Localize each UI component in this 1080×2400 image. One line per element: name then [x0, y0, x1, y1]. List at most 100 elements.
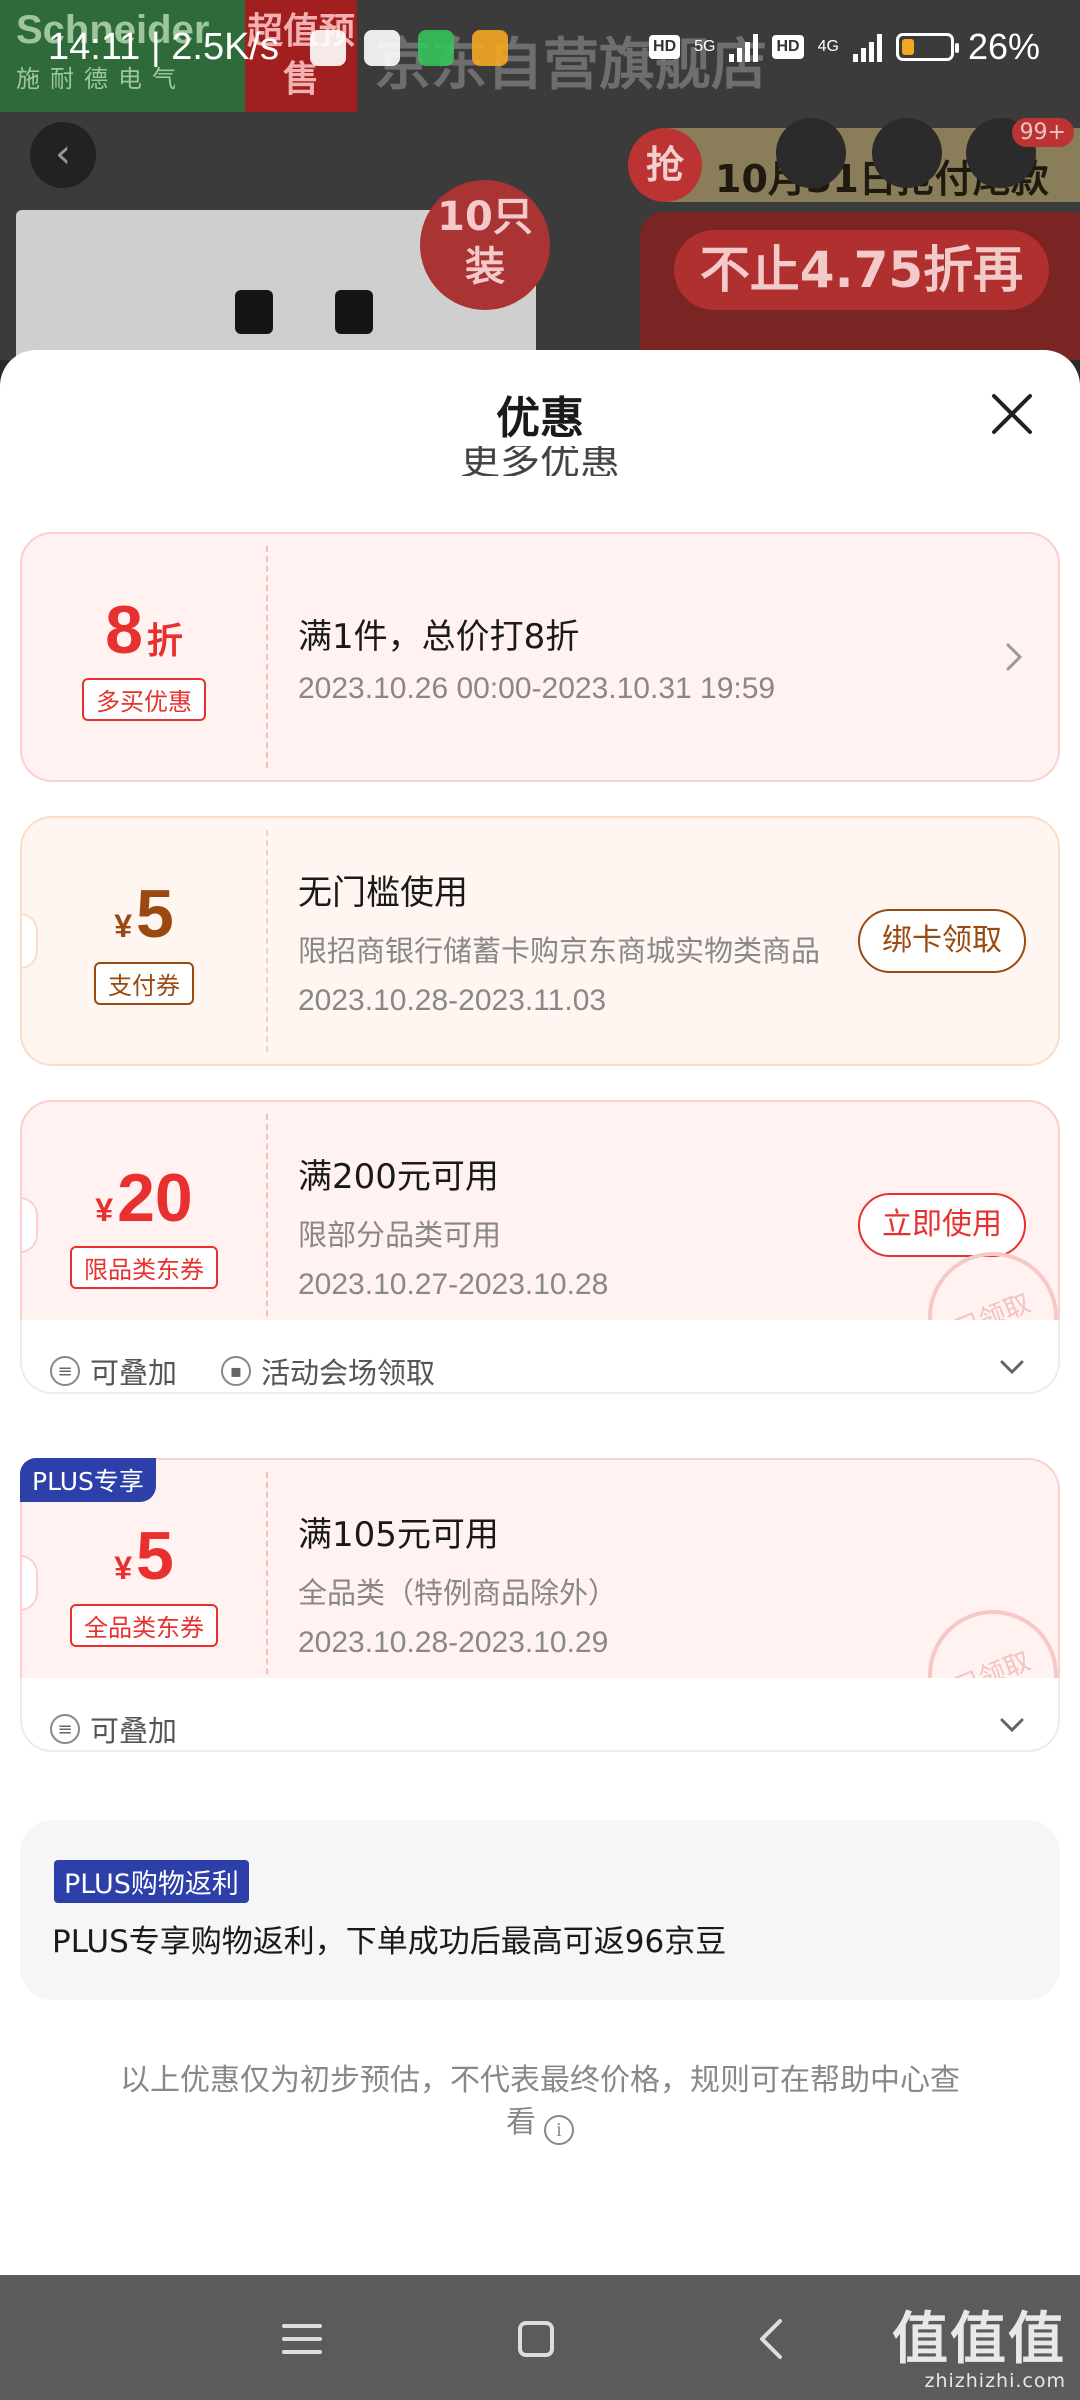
disclaimer-text: 以上优惠仅为初步预估，不代表最终价格，规则可在帮助中心查看 [120, 2063, 960, 2140]
coupon-amount: ¥ 5 [114, 878, 174, 950]
watermark: 值值值 zhizhizhi.com [892, 2307, 1066, 2393]
chevron-right-icon[interactable] [1004, 641, 1024, 673]
coupon-dates: 2023.10.28-2023.10.29 [298, 1625, 609, 1659]
chevron-down-icon[interactable] [998, 1358, 1026, 1376]
stack-icon: ≡ [50, 1356, 80, 1386]
share-icon[interactable] [872, 118, 942, 188]
coupon-value-block: 8 折 多买优惠 [22, 534, 266, 780]
coupon-title: 满105元可用 [298, 1514, 499, 1555]
status-time: 14:11 | 2.5K/s [48, 26, 279, 68]
coupon-value-block: ¥ 5 支付券 [22, 818, 266, 1064]
sheet-title: 优惠 [496, 393, 584, 444]
socket-hole [335, 290, 373, 334]
coupon-amount-value: 8 [105, 591, 143, 668]
menu-icon[interactable] [274, 2311, 330, 2367]
coupon-details: 满105元可用 全品类（特例商品除外） 2023.10.28-2023.10.2… [298, 1460, 1018, 1706]
socket-hole [235, 290, 273, 334]
coupon-type-tag: 多买优惠 [82, 677, 206, 721]
bind-card-claim-button[interactable]: 绑卡领取 [858, 909, 1026, 973]
alarm-icon [310, 30, 346, 66]
pack-count-badge: 10只装 [420, 180, 550, 310]
coupon-dates: 2023.10.28-2023.11.03 [298, 983, 607, 1017]
battery-percent: 26% [967, 26, 1040, 67]
section-heading-partial: 更多优惠 [0, 446, 1080, 476]
coupon-card-plus: PLUS专享 ¥ 5 全品类东券 满105元可用 全品类（特例商品除外） 202… [20, 1458, 1060, 1752]
battery-fill [901, 39, 914, 55]
ticket-icon: ▪ [221, 1356, 252, 1386]
coupon-desc: 限部分品类可用 [298, 1217, 502, 1252]
chevron-down-icon[interactable] [998, 1716, 1026, 1734]
coupon-amount: 8 折 [105, 594, 183, 666]
stackable-label: 可叠加 [90, 1714, 178, 1748]
coupon-divider [266, 830, 268, 1052]
signal-icon [729, 32, 759, 62]
coupon-face: ¥ 5 全品类东券 满105元可用 全品类（特例商品除外） 2023.10.28… [20, 1458, 1060, 1708]
grab-badge: 抢 [628, 128, 702, 202]
coupon-face: ¥ 20 限品类东券 满200元可用 限部分品类可用 2023.10.27-20… [20, 1100, 1060, 1350]
coupon-face: ¥ 5 支付券 无门槛使用 限招商银行储蓄卡购京东商城实物类商品 2023.10… [20, 816, 1060, 1066]
wechat-icon [418, 30, 454, 66]
back-button[interactable]: ‹ [30, 122, 96, 188]
plus-rebate-card: PLUS购物返利 PLUS专享购物返利，下单成功后最高可返96京豆 [20, 1820, 1060, 2000]
coupon-amount: ¥ 20 [95, 1162, 192, 1234]
coupon-type-tag: 全品类东券 [70, 1603, 218, 1647]
coupon-footer[interactable]: ≡ 可叠加 ▪ 活动会场领取 [20, 1320, 1060, 1394]
close-button[interactable] [984, 386, 1040, 442]
coupon-amount-value: 20 [117, 1159, 193, 1236]
coupon-card-payment: ¥ 5 支付券 无门槛使用 限招商银行储蓄卡购京东商城实物类商品 2023.10… [20, 816, 1060, 1066]
promo-sub-text: 不止4.75折再 [674, 230, 1049, 310]
section-heading-text: 更多优惠 [460, 446, 620, 476]
info-icon[interactable]: i [544, 2115, 574, 2145]
coupon-divider [266, 1472, 268, 1694]
app-icon [364, 30, 400, 66]
coupon-type-tag: 支付券 [94, 961, 194, 1005]
coupon-type-tag: 限品类东券 [70, 1245, 218, 1289]
disclaimer: 以上优惠仅为初步预估，不代表最终价格，规则可在帮助中心查看 i [120, 2060, 960, 2145]
coupon-divider [266, 1114, 268, 1336]
coupon-value-block: ¥ 20 限品类东券 [22, 1102, 266, 1348]
signal-icon-2 [852, 32, 882, 62]
network-4g-label: 4G [817, 38, 839, 55]
home-icon[interactable] [508, 2311, 564, 2367]
coupon-title: 满200元可用 [298, 1156, 499, 1197]
currency-symbol: ¥ [114, 907, 132, 944]
coupon-amount-value: 5 [135, 1517, 174, 1594]
network-5g-label: 5G [694, 38, 716, 55]
hd-icon-2: HD [772, 35, 804, 59]
coupon-desc: 全品类（特例商品除外） [298, 1575, 618, 1610]
coupon-source-label: 活动会场领取 [261, 1356, 436, 1390]
coupon-dates: 2023.10.26 00:00-2023.10.31 19:59 [298, 671, 776, 705]
coupon-amount-value: 5 [135, 875, 174, 952]
stack-icon: ≡ [50, 1714, 80, 1744]
plus-exclusive-badge: PLUS专享 [20, 1458, 156, 1502]
watermark-url: zhizhizhi.com [924, 2370, 1066, 2392]
watermark-logo: 值值值 [892, 2307, 1066, 2372]
coupon-amount-unit: 折 [146, 619, 183, 661]
coupon-divider [266, 546, 268, 768]
discount-sheet: 优惠 更多优惠 8 折 多买优惠 满1件，总价打8折 2023.10.26 00… [0, 350, 1080, 2275]
coupon-footer[interactable]: ≡ 可叠加 [20, 1678, 1060, 1752]
status-right: HD 5G HD 4G 26% [649, 26, 1040, 68]
coupon-face: 8 折 多买优惠 满1件，总价打8折 2023.10.26 00:00-2023… [20, 532, 1060, 782]
coupon-card-multibuy[interactable]: 8 折 多买优惠 满1件，总价打8折 2023.10.26 00:00-2023… [20, 532, 1060, 782]
coupon-card-category: ¥ 20 限品类东券 满200元可用 限部分品类可用 2023.10.27-20… [20, 1100, 1060, 1394]
plus-rebate-text: PLUS专享购物返利，下单成功后最高可返96京豆 [52, 1924, 727, 1960]
battery-icon [895, 33, 959, 61]
stackable-label: 可叠加 [90, 1356, 178, 1390]
coupon-amount: ¥ 5 [114, 1520, 174, 1592]
coupon-dates: 2023.10.27-2023.10.28 [298, 1267, 609, 1301]
close-icon [992, 394, 1032, 434]
notes-icon [472, 30, 508, 66]
currency-symbol: ¥ [114, 1549, 132, 1586]
coupon-title: 满1件，总价打8折 [298, 616, 580, 657]
coupon-desc: 限招商银行储蓄卡购京东商城实物类商品 [298, 933, 821, 968]
notification-icons [310, 30, 508, 66]
back-icon[interactable] [744, 2311, 800, 2367]
favorite-icon[interactable] [776, 118, 846, 188]
coupon-title: 无门槛使用 [298, 872, 468, 913]
status-bar: 14:11 | 2.5K/s HD 5G HD 4G 26% [0, 0, 1080, 100]
cart-count-badge: 99+ [1011, 118, 1074, 147]
use-now-button[interactable]: 立即使用 [858, 1193, 1026, 1257]
coupon-details: 满1件，总价打8折 2023.10.26 00:00-2023.10.31 19… [298, 534, 1018, 780]
currency-symbol: ¥ [95, 1191, 114, 1228]
